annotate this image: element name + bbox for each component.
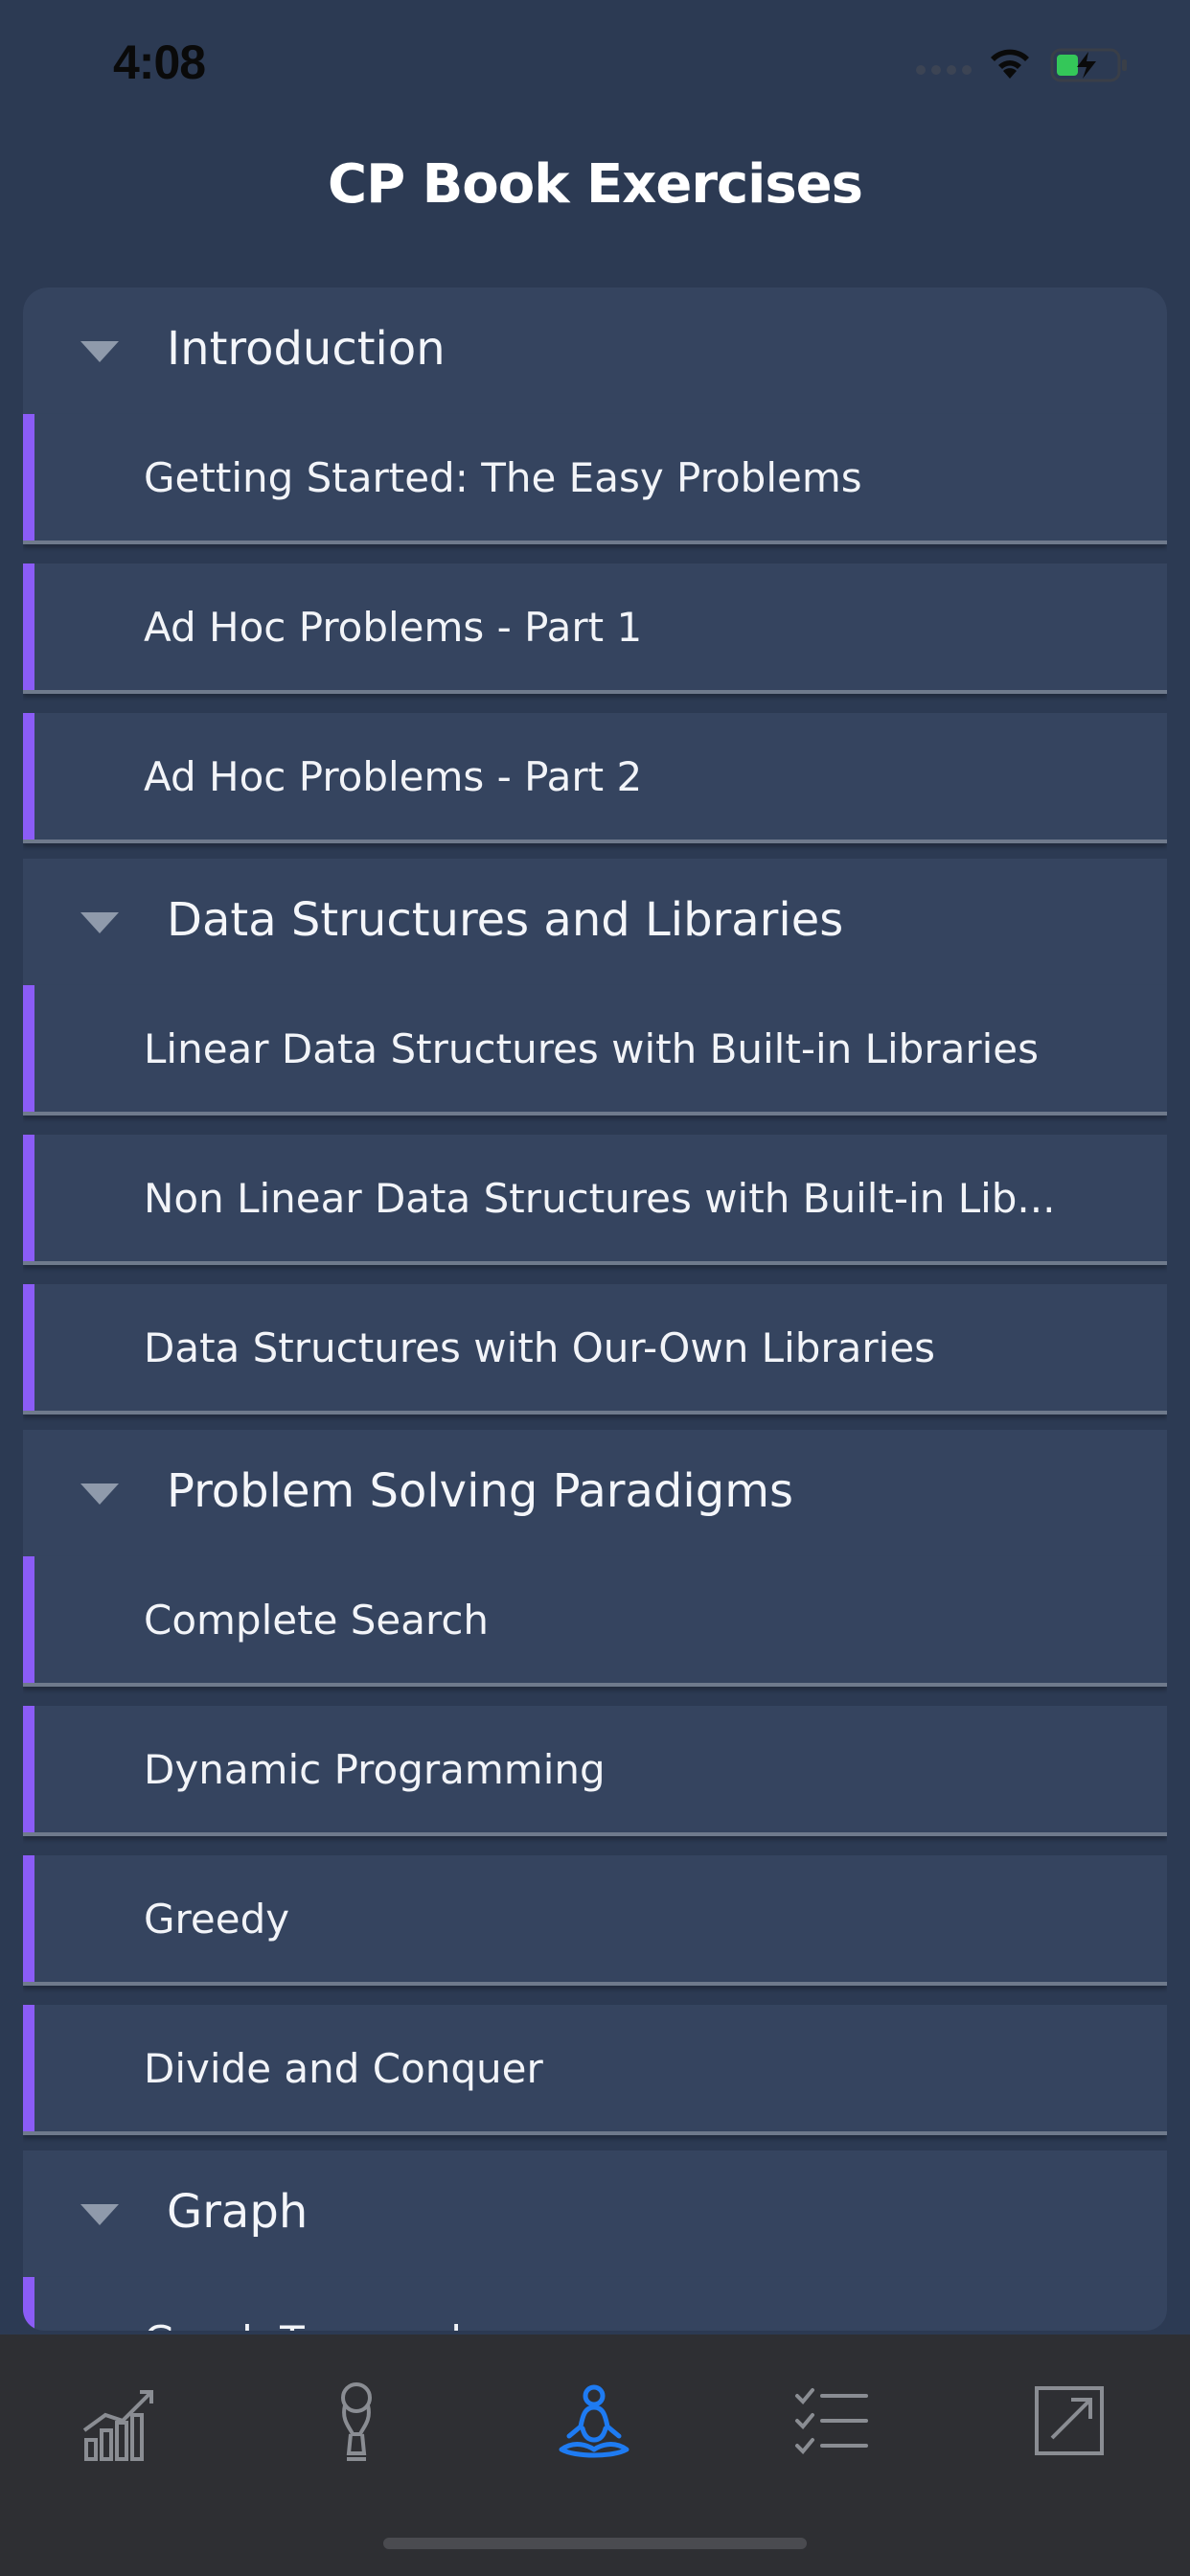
battery-charging-icon — [1050, 48, 1127, 82]
list-item[interactable]: Getting Started: The Easy Problems — [23, 414, 1167, 544]
list-item-label: Ad Hoc Problems - Part 1 — [144, 604, 643, 651]
list-item[interactable]: Linear Data Structures with Built-in Lib… — [23, 985, 1167, 1116]
status-time: 4:08 — [113, 35, 206, 89]
list-item[interactable]: Dynamic Programming — [23, 1706, 1167, 1836]
tab-stats[interactable] — [71, 2373, 167, 2469]
caret-down-icon[interactable] — [80, 1484, 119, 1505]
list-item-label: Complete Search — [144, 1597, 490, 1644]
status-bar: 4:08 — [0, 0, 1190, 126]
page-title: CP Book Exercises — [327, 153, 863, 216]
list-item-label: Dynamic Programming — [144, 1746, 606, 1793]
accent-bar — [23, 414, 34, 540]
list-item-label: Graph Traversal — [144, 2317, 462, 2331]
section-title: Introduction — [167, 322, 446, 376]
tab-checklist[interactable] — [784, 2373, 880, 2469]
list-item[interactable]: Ad Hoc Problems - Part 1 — [23, 564, 1167, 694]
tab-external[interactable] — [1021, 2373, 1117, 2469]
section-title: Graph — [167, 2185, 309, 2239]
exercise-list[interactable]: Introduction Getting Started: The Easy P… — [23, 288, 1167, 2331]
list-item-label: Non Linear Data Structures with Built-in… — [144, 1175, 1056, 1222]
tab-trophy[interactable] — [309, 2373, 404, 2469]
accent-bar — [23, 2277, 34, 2331]
list-item[interactable]: Ad Hoc Problems - Part 2 — [23, 713, 1167, 843]
stats-chart-icon[interactable] — [71, 2373, 167, 2469]
accent-bar — [23, 1706, 34, 1832]
cellular-signal-icon — [916, 65, 972, 75]
caret-down-icon[interactable] — [80, 2204, 119, 2225]
list-item[interactable]: Non Linear Data Structures with Built-in… — [23, 1135, 1167, 1265]
checklist-icon[interactable] — [784, 2373, 880, 2469]
list-item-label: Linear Data Structures with Built-in Lib… — [144, 1025, 1040, 1072]
list-item[interactable]: Data Structures with Our-Own Libraries — [23, 1284, 1167, 1414]
list-item-label: Divide and Conquer — [144, 2045, 543, 2092]
accent-bar — [23, 985, 34, 1112]
list-item-label: Ad Hoc Problems - Part 2 — [144, 753, 643, 800]
list-item-label: Greedy — [144, 1896, 290, 1943]
section-header-problem-solving[interactable]: Problem Solving Paradigms — [23, 1430, 1167, 1556]
accent-bar — [23, 2005, 34, 2131]
accent-bar — [23, 564, 34, 690]
wifi-icon — [991, 49, 1029, 79]
accent-bar — [23, 1855, 34, 1982]
trophy-icon[interactable] — [309, 2373, 404, 2469]
section-title: Data Structures and Libraries — [167, 893, 844, 947]
home-indicator — [383, 2538, 807, 2549]
list-item[interactable]: Graph Traversal — [23, 2277, 1167, 2331]
section-header-graph[interactable]: Graph — [23, 2150, 1167, 2277]
meditation-icon[interactable] — [546, 2373, 642, 2469]
section-header-introduction[interactable]: Introduction — [23, 288, 1167, 414]
list-item[interactable]: Divide and Conquer — [23, 2005, 1167, 2135]
list-item[interactable]: Complete Search — [23, 1556, 1167, 1687]
list-item-label: Data Structures with Our-Own Libraries — [144, 1324, 936, 1371]
accent-bar — [23, 1135, 34, 1261]
tab-practice[interactable] — [546, 2373, 642, 2469]
caret-down-icon[interactable] — [80, 912, 119, 933]
accent-bar — [23, 1284, 34, 1411]
accent-bar — [23, 713, 34, 840]
caret-down-icon[interactable] — [80, 341, 119, 362]
external-link-icon[interactable] — [1021, 2373, 1117, 2469]
section-header-data-structures[interactable]: Data Structures and Libraries — [23, 859, 1167, 985]
list-item[interactable]: Greedy — [23, 1855, 1167, 1986]
section-title: Problem Solving Paradigms — [167, 1464, 793, 1518]
accent-bar — [23, 1556, 34, 1683]
list-item-label: Getting Started: The Easy Problems — [144, 454, 862, 501]
